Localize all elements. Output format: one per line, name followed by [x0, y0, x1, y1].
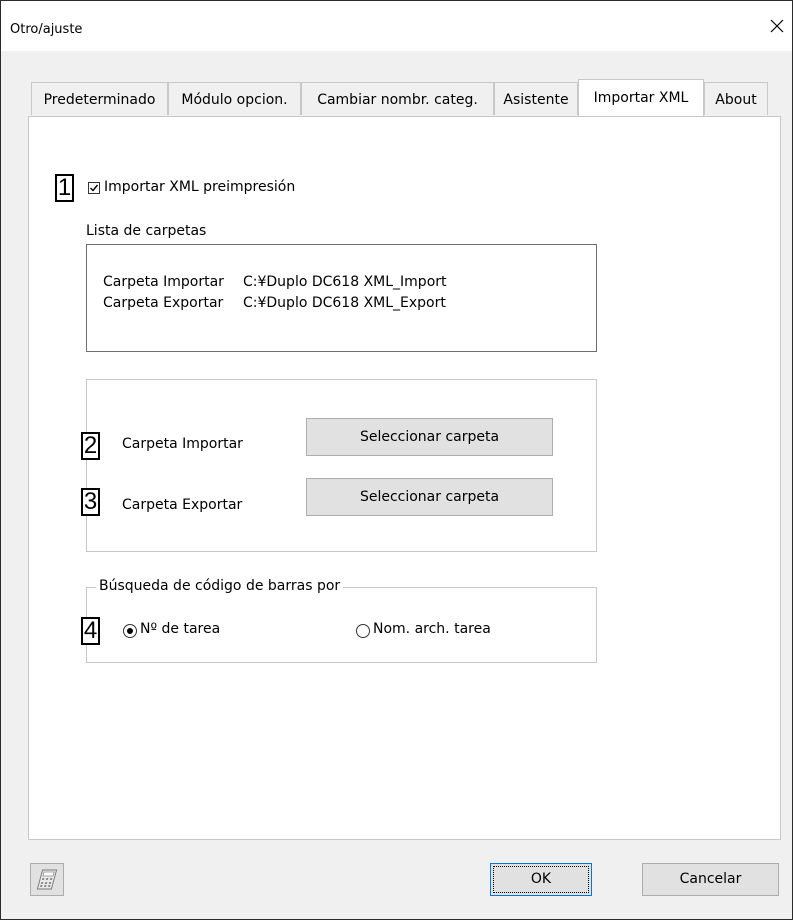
folder-select-group	[86, 379, 597, 552]
callout-4: 4	[81, 617, 100, 645]
select-export-folder-button[interactable]: Seleccionar carpeta	[306, 478, 553, 516]
export-folder-label: Carpeta Exportar	[122, 497, 243, 513]
calculator-icon	[36, 869, 58, 890]
import-folder-label: Carpeta Importar	[122, 436, 243, 452]
callout-1: 1	[55, 174, 74, 202]
radio-job-filename[interactable]	[356, 624, 370, 638]
select-import-folder-button[interactable]: Seleccionar carpeta	[306, 418, 553, 456]
title-bar: Otro/ajuste	[1, 1, 792, 51]
ok-button[interactable]: OK	[490, 863, 592, 896]
tab-panel-importar-xml: 1 Importar XML preimpresión Lista de car…	[28, 116, 781, 840]
radio-job-number-label: Nº de tarea	[140, 621, 221, 637]
folder-list-box: Carpeta Importar C:¥Duplo DC618 XML_Impo…	[86, 244, 597, 352]
barcode-search-legend: Búsqueda de código de barras por	[96, 578, 344, 594]
calculator-button[interactable]	[30, 863, 64, 896]
close-icon	[770, 19, 784, 33]
close-button[interactable]	[762, 11, 792, 41]
checkmark-icon	[90, 184, 99, 192]
tab-asistente[interactable]: Asistente	[494, 82, 578, 115]
folder-list-export-name: Carpeta Exportar	[103, 295, 224, 311]
folder-list-import-name: Carpeta Importar	[103, 274, 224, 290]
callout-2: 2	[81, 432, 100, 460]
window-title: Otro/ajuste	[10, 22, 83, 37]
import-xml-checkbox[interactable]	[88, 182, 100, 194]
import-xml-checkbox-label: Importar XML preimpresión	[104, 179, 296, 195]
cancel-button[interactable]: Cancelar	[642, 863, 779, 896]
tab-about[interactable]: About	[704, 82, 768, 115]
folder-list-heading: Lista de carpetas	[86, 223, 207, 239]
tab-predeterminado[interactable]: Predeterminado	[31, 82, 168, 115]
folder-list-import-path: C:¥Duplo DC618 XML_Import	[243, 274, 447, 290]
tab-cambiar-nombr-categ[interactable]: Cambiar nombr. categ.	[301, 82, 494, 115]
radio-job-filename-label: Nom. arch. tarea	[373, 621, 491, 637]
dialog-window: Otro/ajuste Predeterminado Módulo opcion…	[0, 0, 793, 920]
radio-job-number[interactable]	[123, 624, 137, 638]
folder-list-export-path: C:¥Duplo DC618 XML_Export	[243, 295, 446, 311]
tab-importar-xml[interactable]: Importar XML	[578, 79, 704, 116]
callout-3: 3	[81, 488, 100, 516]
tab-modulo-opcion[interactable]: Módulo opcion.	[168, 82, 301, 115]
